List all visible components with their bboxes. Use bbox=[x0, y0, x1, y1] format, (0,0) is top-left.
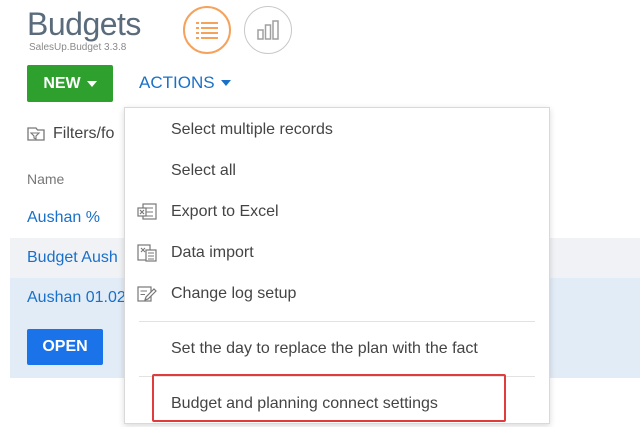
data-import-icon bbox=[137, 244, 157, 262]
page-subtitle: SalesUp.Budget 3.3.8 bbox=[29, 42, 127, 53]
page-title: Budgets bbox=[27, 6, 141, 42]
actions-button-label: ACTIONS bbox=[139, 73, 215, 92]
menu-item-label: Change log setup bbox=[171, 285, 297, 302]
menu-item-replace-plan-day[interactable]: Set the day to replace the plan with the… bbox=[125, 329, 549, 369]
column-header-name[interactable]: Name bbox=[27, 171, 64, 187]
menu-item-select-multiple[interactable]: Select multiple records bbox=[125, 110, 549, 150]
menu-item-export-excel[interactable]: Export to Excel bbox=[125, 192, 549, 232]
excel-export-icon bbox=[137, 203, 157, 220]
filters-label: Filters/fo bbox=[53, 125, 115, 142]
menu-item-label: Select all bbox=[171, 162, 236, 179]
record-link[interactable]: Aushan 01.02 bbox=[27, 289, 126, 307]
list-icon bbox=[196, 22, 218, 39]
actions-button[interactable]: ACTIONS bbox=[139, 73, 231, 93]
new-button[interactable]: NEW bbox=[27, 65, 113, 102]
actions-dropdown-menu: Select multiple records Select all Expor… bbox=[124, 107, 550, 424]
menu-divider bbox=[139, 321, 535, 322]
menu-item-label: Export to Excel bbox=[171, 203, 279, 220]
list-view-button[interactable] bbox=[183, 6, 231, 54]
record-link[interactable]: Aushan % bbox=[27, 209, 100, 227]
menu-item-data-import[interactable]: Data import bbox=[125, 233, 549, 273]
change-log-icon bbox=[137, 286, 157, 302]
menu-item-select-all[interactable]: Select all bbox=[125, 151, 549, 191]
caret-down-icon bbox=[86, 80, 97, 87]
highlight-box bbox=[152, 374, 506, 422]
menu-item-label: Set the day to replace the plan with the… bbox=[171, 340, 478, 357]
caret-down-icon bbox=[220, 80, 231, 86]
bar-chart-icon bbox=[257, 20, 279, 40]
filter-folder-icon bbox=[27, 127, 45, 141]
menu-item-change-log-setup[interactable]: Change log setup bbox=[125, 274, 549, 314]
filters-folders-button[interactable]: Filters/fo bbox=[27, 125, 114, 143]
menu-item-label: Select multiple records bbox=[171, 121, 333, 138]
new-button-label: NEW bbox=[43, 74, 81, 92]
record-link[interactable]: Budget Aush bbox=[27, 249, 118, 267]
chart-view-button[interactable] bbox=[244, 6, 292, 54]
menu-item-label: Data import bbox=[171, 244, 254, 261]
open-button[interactable]: OPEN bbox=[27, 329, 103, 365]
